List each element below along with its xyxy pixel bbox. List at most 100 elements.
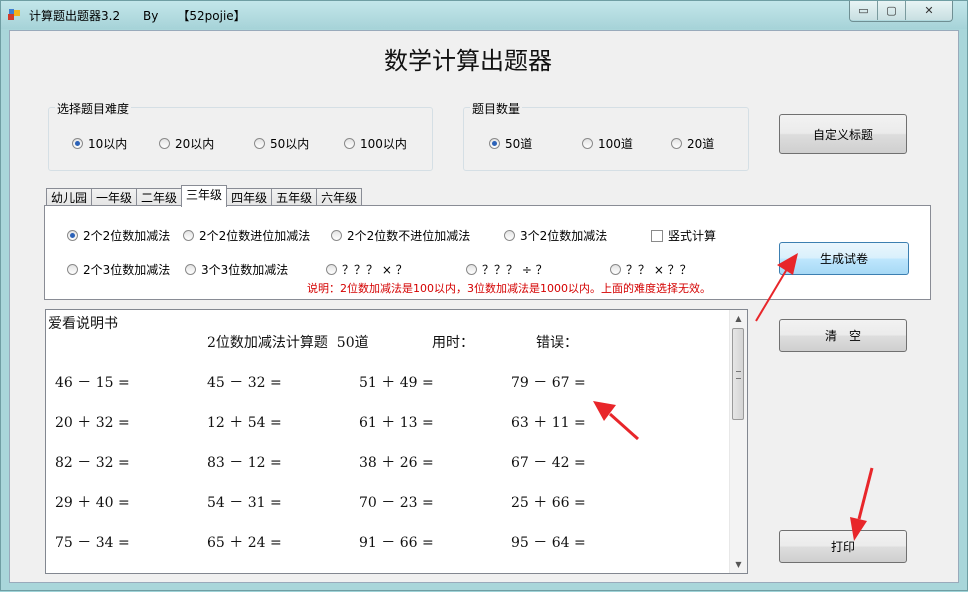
problem: 75 － 34 = bbox=[55, 535, 130, 551]
problem: 83 － 12 = bbox=[207, 455, 282, 471]
app-icon bbox=[8, 9, 20, 20]
quantity-option-label: 20道 bbox=[687, 137, 715, 151]
scroll-thumb[interactable] bbox=[732, 328, 744, 420]
difficulty-option-label: 50以内 bbox=[270, 137, 310, 151]
problem-type-label: ？？？ ÷ ？ bbox=[482, 263, 548, 277]
window-title: 计算题出题器3.2 By 【52pojie】 bbox=[29, 9, 246, 23]
type-2x3-addsub[interactable]: 2个3位数加减法 bbox=[67, 261, 170, 278]
radio-icon bbox=[159, 138, 170, 149]
problem: 20 ＋ 32 = bbox=[55, 415, 130, 431]
worksheet-intro: 爱看说明书 bbox=[48, 316, 118, 332]
grip-icon bbox=[736, 371, 741, 379]
generate-paper-button[interactable]: 生成试卷 bbox=[779, 242, 909, 275]
difficulty-option-label: 100以内 bbox=[360, 137, 407, 151]
quantity-group: 题目数量 50道 100道 20道 bbox=[463, 100, 749, 171]
tab-grade-3[interactable]: 三年级 bbox=[181, 185, 228, 207]
problem: 51 ＋ 49 = bbox=[359, 375, 434, 391]
close-icon: ✕ bbox=[924, 4, 934, 17]
problem: 67 － 42 = bbox=[511, 455, 586, 471]
problem-type-label: 3个2位数加减法 bbox=[520, 229, 608, 243]
type-3x2-addsub[interactable]: 3个2位数加减法 bbox=[504, 227, 607, 244]
radio-icon bbox=[504, 230, 515, 241]
window-controls: ▭ ▢ ✕ bbox=[849, 1, 953, 22]
quantity-legend: 题目数量 bbox=[470, 100, 523, 117]
type-2x2-nocarry[interactable]: 2个2位数不进位加减法 bbox=[331, 227, 470, 244]
type-2d-times-2d[interactable]: ？？ × ？？ bbox=[610, 261, 692, 278]
maximize-icon: ▢ bbox=[886, 4, 897, 17]
difficulty-option-20[interactable]: 20以内 bbox=[159, 135, 214, 152]
problem: 65 ＋ 24 = bbox=[207, 535, 282, 551]
grade-tabs: 幼儿园 一年级 二年级 三年级 四年级 五年级 六年级 bbox=[46, 185, 363, 207]
problem: 46 － 15 = bbox=[55, 375, 130, 391]
radio-icon bbox=[582, 138, 593, 149]
type-2x2-carry[interactable]: 2个2位数进位加减法 bbox=[183, 227, 310, 244]
difficulty-option-100[interactable]: 100以内 bbox=[344, 135, 407, 152]
problem-type-label: 2个3位数加减法 bbox=[83, 263, 171, 277]
app-window: 计算题出题器3.2 By 【52pojie】 ▭ ▢ ✕ 数学计算出题器 选择题… bbox=[0, 0, 968, 591]
type-3d-div-1d[interactable]: ？？？ ÷ ？ bbox=[466, 261, 548, 278]
worksheet-textarea[interactable]: 爱看说明书 2位数加减法计算题 50道 用时： 错误： 46 － 15 = 45… bbox=[45, 309, 748, 574]
main-panel: 数学计算出题器 选择题目难度 10以内 20以内 50以内 100以内 题目数量… bbox=[9, 30, 959, 583]
worksheet-title: 2位数加减法计算题 50道 bbox=[207, 335, 369, 351]
quantity-option-50[interactable]: 50道 bbox=[489, 135, 532, 152]
type-3d-times-1d[interactable]: ？？？ × ？ bbox=[326, 261, 408, 278]
instruction-note: 说明：2位数加减法是100以内，3位数加减法是1000以内。上面的难度选择无效。 bbox=[307, 282, 711, 295]
problem: 82 － 32 = bbox=[55, 455, 130, 471]
problem: 12 ＋ 54 = bbox=[207, 415, 282, 431]
problem: 95 － 64 = bbox=[511, 535, 586, 551]
print-button[interactable]: 打印 bbox=[779, 530, 907, 563]
problem: 61 ＋ 13 = bbox=[359, 415, 434, 431]
problem: 91 － 66 = bbox=[359, 535, 434, 551]
vertical-calc-checkbox[interactable]: 竖式计算 bbox=[651, 227, 716, 244]
vertical-calc-label: 竖式计算 bbox=[668, 229, 717, 243]
radio-icon bbox=[326, 264, 337, 275]
problem-type-label: ？？ × ？？ bbox=[626, 263, 692, 277]
problem-type-label: 3个3位数加减法 bbox=[201, 263, 289, 277]
radio-icon bbox=[183, 230, 194, 241]
type-3x3-addsub[interactable]: 3个3位数加减法 bbox=[185, 261, 288, 278]
radio-icon bbox=[254, 138, 265, 149]
problem-type-label: 2个2位数不进位加减法 bbox=[347, 229, 471, 243]
problem: 38 ＋ 26 = bbox=[359, 455, 434, 471]
radio-icon bbox=[671, 138, 682, 149]
radio-icon bbox=[185, 264, 196, 275]
custom-title-button[interactable]: 自定义标题 bbox=[779, 114, 907, 154]
problem: 63 ＋ 11 = bbox=[511, 415, 586, 431]
problem: 29 ＋ 40 = bbox=[55, 495, 130, 511]
problem: 79 － 67 = bbox=[511, 375, 586, 391]
difficulty-option-label: 10以内 bbox=[88, 137, 128, 151]
radio-selected-icon bbox=[67, 230, 78, 241]
difficulty-option-50[interactable]: 50以内 bbox=[254, 135, 309, 152]
checkbox-icon bbox=[651, 229, 663, 242]
radio-selected-icon bbox=[72, 138, 83, 149]
radio-icon bbox=[466, 264, 477, 275]
clear-button[interactable]: 清 空 bbox=[779, 319, 907, 352]
radio-icon bbox=[67, 264, 78, 275]
difficulty-option-label: 20以内 bbox=[175, 137, 215, 151]
vertical-scrollbar[interactable]: ▲ ▼ bbox=[729, 310, 747, 573]
difficulty-legend: 选择题目难度 bbox=[55, 100, 132, 117]
close-button[interactable]: ✕ bbox=[906, 1, 952, 20]
difficulty-option-10[interactable]: 10以内 bbox=[72, 135, 127, 152]
radio-icon bbox=[610, 264, 621, 275]
time-label: 用时： bbox=[432, 335, 474, 351]
scroll-up-icon[interactable]: ▲ bbox=[730, 310, 747, 327]
scroll-down-icon[interactable]: ▼ bbox=[730, 556, 747, 573]
problem: 25 ＋ 66 = bbox=[511, 495, 586, 511]
minimize-button[interactable]: ▭ bbox=[850, 1, 878, 20]
problem-type-label: 2个2位数加减法 bbox=[83, 229, 171, 243]
type-2x2-addsub[interactable]: 2个2位数加减法 bbox=[67, 227, 170, 244]
quantity-option-20[interactable]: 20道 bbox=[671, 135, 714, 152]
problem: 45 － 32 = bbox=[207, 375, 282, 391]
problem: 70 － 23 = bbox=[359, 495, 434, 511]
page-title: 数学计算出题器 bbox=[384, 47, 552, 75]
difficulty-group: 选择题目难度 10以内 20以内 50以内 100以内 bbox=[48, 100, 433, 171]
error-label: 错误： bbox=[536, 335, 578, 351]
maximize-button[interactable]: ▢ bbox=[878, 1, 906, 20]
radio-selected-icon bbox=[489, 138, 500, 149]
quantity-option-label: 100道 bbox=[598, 137, 633, 151]
quantity-option-100[interactable]: 100道 bbox=[582, 135, 633, 152]
problem-type-label: ？？？ × ？ bbox=[342, 263, 408, 277]
radio-icon bbox=[344, 138, 355, 149]
title-bar[interactable]: 计算题出题器3.2 By 【52pojie】 ▭ ▢ ✕ bbox=[1, 1, 967, 29]
